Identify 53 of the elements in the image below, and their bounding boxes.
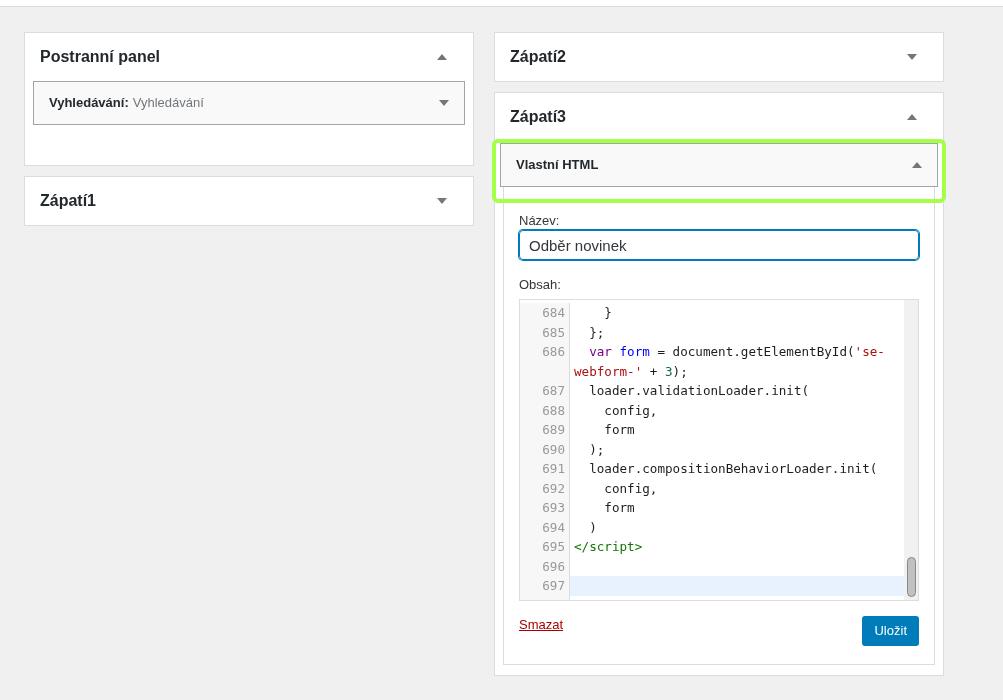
code-line: </script> [573,538,644,556]
code-line: ); [588,440,606,459]
field-label: Obsah: [519,277,562,293]
area-title: Zápatí3 [510,107,566,127]
area-title: Zápatí1 [40,191,96,211]
field-label: Název: [519,213,561,229]
collapse-caret-icon[interactable] [907,114,917,120]
code-line: form [603,421,636,439]
line-number: 687 [520,381,570,401]
widget-subtitle: Vyhledávání [132,94,204,113]
title-input[interactable]: Odběr novinek [519,230,919,260]
delete-link[interactable]: Smazat [519,615,564,635]
area-header[interactable]: Zápatí3 [495,93,943,141]
line-number: 692 [520,478,570,498]
widget-header[interactable]: Vyhledávání: Vyhledávání [33,81,465,125]
code-line: config, [603,479,659,498]
scrollbar-thumb[interactable] [906,557,916,597]
line-number: 689 [520,420,570,440]
collapse-caret-icon[interactable] [437,54,447,60]
line-number: 688 [520,400,570,420]
area-header[interactable]: Postranní panel [25,33,473,81]
line-number: 684 [520,303,570,323]
code-line: } [603,304,613,322]
area-title: Postranní panel [40,47,161,67]
code-line: var form = document.getElementById('se-webform-' + 3); [573,343,886,381]
line-number: 695 [520,537,570,557]
widget-title: Vyhledávání: [49,94,129,113]
line-number: 697 [520,576,570,596]
code-line: }; [588,323,606,342]
line-number: 696 [520,556,570,576]
code-line: ) [588,518,598,537]
code-line: loader.compositionBehaviorLoader.init( [588,460,879,478]
collapse-caret-icon[interactable] [912,162,922,168]
expand-caret-icon[interactable] [437,198,447,204]
widget-header[interactable]: Vlastní HTML [500,143,938,187]
area-header[interactable]: Zápatí2 [495,33,943,81]
area-title: Zápatí2 [510,47,566,67]
scrollbar[interactable] [904,300,918,600]
code-line: config, [603,401,659,420]
code-line: form [603,499,636,517]
code-editor[interactable] [519,299,919,601]
line-number: 685 [520,322,570,342]
line-number: 694 [520,517,570,537]
line-number: 693 [520,498,570,518]
save-button[interactable]: Uložit [862,616,919,646]
area-header[interactable]: Zápatí1 [25,177,473,225]
line-number: 690 [520,439,570,459]
expand-caret-icon[interactable] [439,100,449,106]
widget-title: Vlastní HTML [516,156,599,175]
line-number: 691 [520,459,570,479]
line-number: 686 [520,342,570,381]
expand-caret-icon[interactable] [907,54,917,60]
code-line: loader.validationLoader.init( [588,382,811,400]
